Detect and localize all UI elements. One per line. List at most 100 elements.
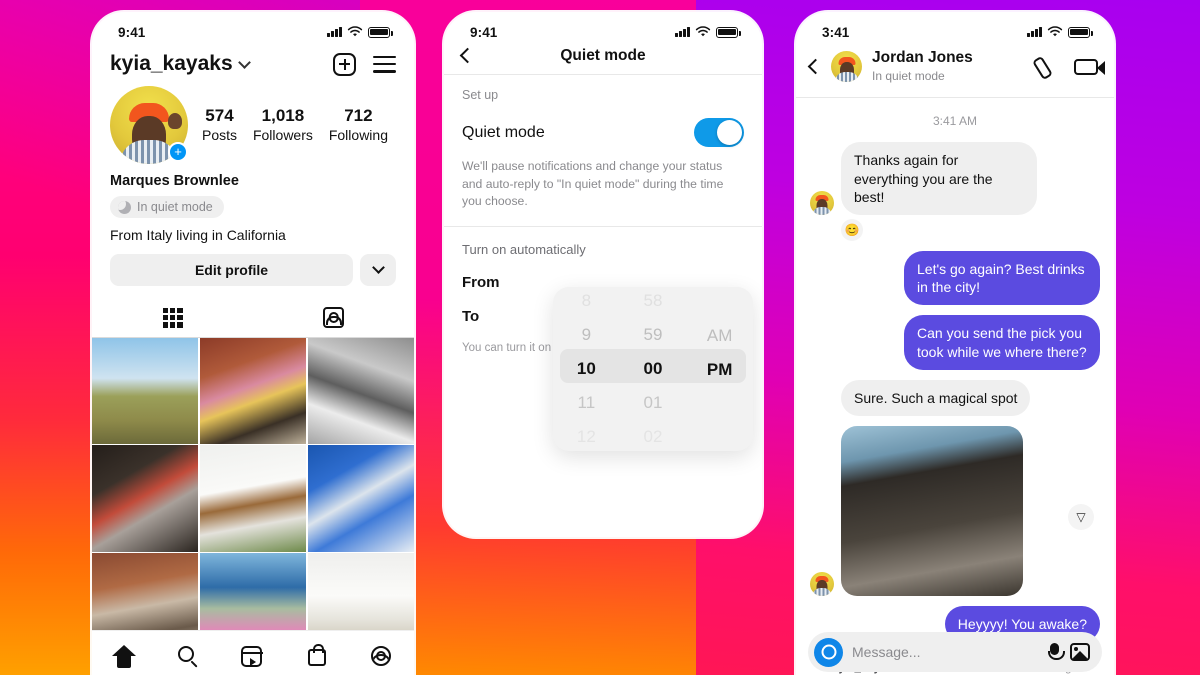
- photo-white-house-door[interactable]: [199, 445, 307, 552]
- nav-reels[interactable]: [240, 644, 265, 669]
- quiet-mode-switch[interactable]: [694, 118, 744, 147]
- stat-followers[interactable]: 1,018 Followers: [253, 105, 313, 145]
- stat-label: Following: [328, 127, 388, 144]
- picker-hour-option[interactable]: 12: [577, 420, 596, 451]
- message-bubble-incoming[interactable]: Thanks again for everything you are the …: [841, 142, 1037, 215]
- time-picker-meridiem-column[interactable]: AM PM: [686, 287, 753, 451]
- time-picker-minutes-column[interactable]: 58 59 00 01 02: [620, 287, 687, 451]
- section-heading-auto: Turn on automatically: [462, 242, 586, 258]
- nav-profile[interactable]: [369, 644, 394, 669]
- time-picker-hours-column[interactable]: 8 9 10 11 12: [553, 287, 620, 451]
- status-time: 9:41: [470, 24, 498, 40]
- message-reaction[interactable]: 😊: [841, 218, 863, 241]
- from-time-row[interactable]: From: [444, 257, 762, 291]
- tab-tagged[interactable]: [253, 299, 414, 337]
- avatar[interactable]: +: [110, 86, 188, 164]
- stat-posts[interactable]: 574 Posts: [202, 105, 237, 145]
- cellular-signal-icon: [675, 27, 690, 37]
- plus-square-icon[interactable]: [333, 52, 356, 76]
- more-options-button[interactable]: [360, 253, 396, 286]
- nav-home[interactable]: [111, 644, 137, 669]
- profile-tabs: [92, 299, 414, 338]
- quiet-mode-toggle-row[interactable]: Quiet mode: [444, 102, 762, 147]
- wifi-icon: [695, 26, 711, 37]
- phone-call-icon[interactable]: [1035, 56, 1056, 77]
- status-time: 9:41: [118, 24, 146, 40]
- quiet-mode-label: Quiet mode: [462, 123, 545, 141]
- status-badge[interactable]: In quiet mode: [110, 196, 224, 218]
- message-row: Thanks again for everything you are the …: [810, 142, 1100, 215]
- grid-icon: [162, 307, 183, 328]
- profile-bio-text: From Italy living in California: [110, 226, 286, 243]
- stat-label: Followers: [252, 127, 313, 144]
- message-bubble-outgoing[interactable]: Can you send the pick you took while we …: [904, 315, 1100, 370]
- profile-header: kyia_kayaks: [92, 46, 414, 86]
- gallery-image-icon[interactable]: [1070, 643, 1090, 661]
- message-row: Let's go again? Best drinks in the city!: [810, 250, 1100, 306]
- camera-circle-icon[interactable]: [814, 637, 843, 667]
- tagged-photos-icon: [323, 307, 344, 328]
- avatar[interactable]: [810, 190, 834, 215]
- chat-timestamp: 3:41 AM: [932, 114, 978, 129]
- profile-display-name: Marques Brownlee: [110, 173, 239, 189]
- photo-flower-balcony[interactable]: [199, 337, 307, 444]
- contact-substatus: In quiet mode: [872, 69, 945, 84]
- shared-photo-building[interactable]: [841, 425, 1023, 596]
- chevron-down-icon: [371, 261, 385, 274]
- stat-following[interactable]: 712 Following: [329, 105, 388, 145]
- stat-label: Posts: [201, 127, 237, 144]
- message-bubble-incoming[interactable]: Sure. Such a magical spot: [841, 379, 1031, 416]
- message-row: Sure. Such a magical spot: [810, 379, 1100, 416]
- profile-stats-row: + 574 Posts 1,018 Followers 712 Followin…: [92, 86, 414, 164]
- send-share-icon[interactable]: ▽: [1068, 503, 1094, 530]
- photo-mural-dragon[interactable]: [92, 445, 199, 552]
- moon-icon: [118, 200, 131, 214]
- message-bubble-outgoing[interactable]: Let's go again? Best drinks in the city!: [904, 250, 1100, 306]
- profile-action-buttons: Edit profile: [92, 243, 414, 286]
- microphone-icon[interactable]: [1048, 642, 1065, 662]
- avatar[interactable]: [831, 51, 862, 83]
- picker-minute-option[interactable]: 01: [644, 386, 663, 420]
- settings-nav-bar: Quiet mode: [444, 46, 762, 74]
- photo-blue-pergola[interactable]: [307, 445, 414, 552]
- phone-profile-screen: 9:41 kyia_kayaks + 574 Posts 1,018 Follo…: [92, 12, 414, 675]
- battery-icon: [368, 26, 393, 38]
- picker-minute-option[interactable]: 02: [644, 420, 663, 451]
- picker-hour-option[interactable]: 11: [578, 386, 596, 420]
- avatar[interactable]: [810, 571, 834, 596]
- hamburger-menu-icon[interactable]: [373, 55, 396, 73]
- tab-grid[interactable]: [92, 299, 253, 337]
- battery-icon: [1068, 26, 1093, 38]
- back-chevron-icon[interactable]: [807, 58, 824, 75]
- message-row: Can you send the pick you took while we …: [810, 315, 1100, 370]
- picker-hour-option[interactable]: 8: [582, 287, 591, 318]
- add-story-icon[interactable]: +: [168, 142, 188, 162]
- to-label: To: [462, 308, 480, 326]
- photo-bw-architecture[interactable]: [307, 337, 414, 444]
- nav-search[interactable]: [176, 644, 201, 669]
- picker-hour-selected[interactable]: 10: [577, 352, 596, 386]
- picker-minute-selected[interactable]: 00: [644, 352, 663, 386]
- time-picker[interactable]: 8 9 10 11 12 58 59 00 01 02 AM PM: [553, 287, 753, 451]
- avatar-hand: [168, 112, 182, 129]
- picker-minute-option[interactable]: 58: [644, 287, 663, 318]
- picker-minute-option[interactable]: 59: [644, 318, 663, 352]
- message-input[interactable]: Message...: [852, 644, 1039, 660]
- search-icon: [178, 646, 195, 662]
- status-bar: 9:41: [92, 12, 414, 46]
- message-composer[interactable]: Message...: [808, 632, 1102, 672]
- edit-profile-button[interactable]: Edit profile: [110, 253, 353, 286]
- bottom-navigation-bar: [92, 630, 414, 675]
- nav-shop[interactable]: [305, 644, 330, 669]
- photo-hill-landscape[interactable]: [92, 337, 199, 444]
- username-dropdown[interactable]: kyia_kayaks: [110, 52, 251, 76]
- picker-hour-option[interactable]: 9: [582, 318, 591, 352]
- picker-meridiem-option[interactable]: AM: [707, 319, 733, 353]
- home-icon: [111, 645, 136, 668]
- wifi-icon: [1047, 26, 1063, 37]
- picker-meridiem-selected[interactable]: PM: [707, 353, 733, 387]
- profile-circle-icon: [371, 646, 392, 666]
- video-camera-icon[interactable]: [1074, 58, 1105, 76]
- cellular-signal-icon: [1027, 27, 1042, 37]
- chat-contact-info[interactable]: Jordan Jones In quiet mode: [872, 48, 1025, 85]
